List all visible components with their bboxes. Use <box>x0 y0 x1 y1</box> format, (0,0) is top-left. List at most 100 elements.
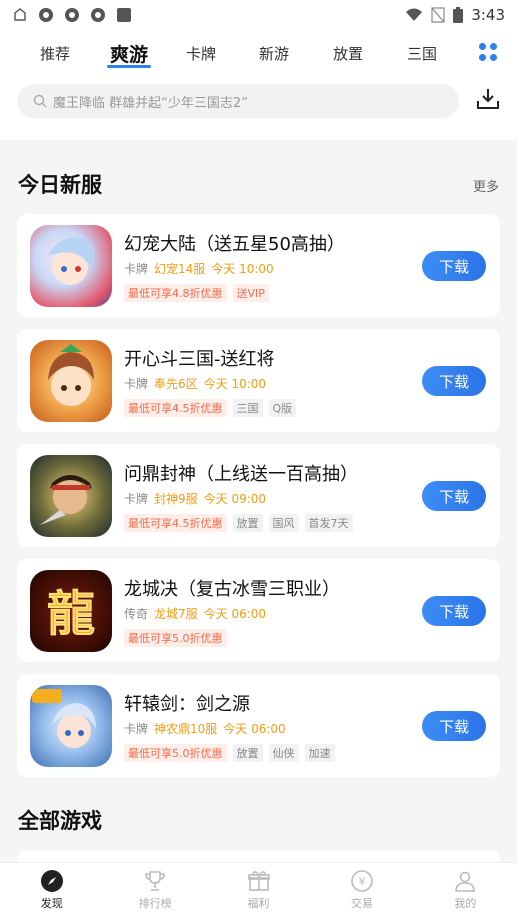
wifi-icon <box>406 8 423 21</box>
compass-icon <box>40 870 63 892</box>
game-tags: 最低可享5.0折优惠 放置 仙侠 加速 <box>124 744 335 762</box>
download-button[interactable]: 下载 <box>422 366 486 396</box>
game-category: 卡牌 <box>124 722 149 736</box>
svg-text:龍: 龍 <box>47 586 95 642</box>
game-server: 奉先6区 <box>154 377 198 391</box>
search-bar-row: 魔王降临 群雄并起“少年三国志2” <box>0 76 517 140</box>
game-name: 开心斗三国-送红将 <box>124 349 275 370</box>
game-tag: 放置 <box>232 744 263 762</box>
all-categories-icon[interactable] <box>479 43 497 61</box>
game-name: 问鼎封神（上线送一百高抽） <box>124 464 358 485</box>
game-tag: 放置 <box>232 514 263 532</box>
section-title-today: 今日新服 <box>18 173 102 197</box>
game-name: 幻宠大陆（送五星50高抽） <box>124 234 345 255</box>
clock: 3:43 <box>471 6 505 24</box>
tab-card[interactable]: 卡牌 <box>176 30 226 76</box>
game-tag: Q版 <box>268 399 297 417</box>
app-notification-icon <box>39 8 53 22</box>
exchange-icon: ¥ <box>351 870 373 892</box>
game-open-time: 今天 06:00 <box>203 607 267 621</box>
nav-label: 福利 <box>247 897 270 910</box>
game-server: 封神9服 <box>154 492 198 506</box>
game-card[interactable]: 轩辕剑：剑之源 卡牌 神农鼎10服 今天 06:00 最低可享5.0折优惠 放置… <box>17 674 500 777</box>
more-link[interactable]: 更多 <box>473 176 499 195</box>
app-notification-icon <box>91 8 105 22</box>
download-button[interactable]: 下载 <box>422 711 486 741</box>
category-tabs: 推荐 爽游 卡牌 新游 放置 三国 <box>0 30 517 76</box>
nav-ranking[interactable]: 排行榜 <box>103 863 206 919</box>
download-button[interactable]: 下载 <box>422 481 486 511</box>
search-icon <box>33 94 47 108</box>
game-server: 神农鼎10服 <box>154 722 218 736</box>
app-notification-icon <box>65 8 79 22</box>
tab-idle[interactable]: 放置 <box>323 30 373 76</box>
bottom-nav: 发现 排行榜 福利 ¥ 交易 我的 <box>0 862 517 919</box>
svg-text:¥: ¥ <box>358 875 365 888</box>
tab-three-kingdoms[interactable]: 三国 <box>397 30 447 76</box>
discount-tag: 最低可享4.5折优惠 <box>124 399 227 417</box>
tab-new-games[interactable]: 新游 <box>249 30 299 76</box>
game-tag: 送VIP <box>232 284 269 302</box>
nav-label: 发现 <box>40 897 63 910</box>
section-title-all-games: 全部游戏 <box>18 809 102 833</box>
game-tag: 国风 <box>268 514 299 532</box>
nav-welfare[interactable]: 福利 <box>207 863 310 919</box>
nav-label: 排行榜 <box>138 897 172 910</box>
notification-icon <box>14 8 26 21</box>
game-tags: 最低可享4.8折优惠 送VIP <box>124 284 269 302</box>
game-icon <box>30 455 112 537</box>
download-button[interactable]: 下载 <box>422 251 486 281</box>
game-icon <box>30 225 112 307</box>
status-bar: 3:43 <box>0 0 517 30</box>
game-tag: 仙侠 <box>268 744 299 762</box>
game-name: 轩辕剑：剑之源 <box>124 694 250 715</box>
battery-icon <box>453 7 464 23</box>
game-server: 龙城7服 <box>154 607 198 621</box>
game-card[interactable]: 龍 龙城决（复古冰雪三职业） 传奇 龙城7服 今天 06:00 最低可享5.0折… <box>17 559 500 662</box>
tab-shuangyou[interactable]: 爽游 <box>102 30 156 76</box>
game-icon: 龍 <box>30 570 112 652</box>
game-open-time: 今天 09:00 <box>203 492 267 506</box>
nav-label: 我的 <box>454 897 477 910</box>
game-server: 幻宠14服 <box>154 262 206 276</box>
game-tags: 最低可享5.0折优惠 <box>124 629 227 647</box>
game-icon <box>30 685 112 767</box>
game-category: 卡牌 <box>124 262 149 276</box>
nav-profile[interactable]: 我的 <box>414 863 517 919</box>
nav-discover[interactable]: 发现 <box>0 863 103 919</box>
discount-tag: 最低可享4.8折优惠 <box>124 284 227 302</box>
trophy-icon <box>145 871 165 891</box>
game-tag: 三国 <box>232 399 263 417</box>
user-icon <box>455 871 476 892</box>
gift-icon <box>247 871 270 891</box>
discount-tag: 最低可享4.5折优惠 <box>124 514 227 532</box>
game-meta: 传奇 龙城7服 今天 06:00 <box>124 605 266 622</box>
game-meta: 卡牌 幻宠14服 今天 10:00 <box>124 260 274 277</box>
nav-label: 交易 <box>350 897 373 910</box>
game-card[interactable]: 幻宠大陆（送五星50高抽） 卡牌 幻宠14服 今天 10:00 最低可享4.8折… <box>17 214 500 317</box>
game-meta: 卡牌 神农鼎10服 今天 06:00 <box>124 720 286 737</box>
download-manager-icon[interactable] <box>475 86 501 112</box>
search-input[interactable]: 魔王降临 群雄并起“少年三国志2” <box>17 84 459 118</box>
game-tag: 首发7天 <box>304 514 353 532</box>
game-icon <box>30 340 112 422</box>
game-meta: 卡牌 封神9服 今天 09:00 <box>124 490 266 507</box>
game-open-time: 今天 10:00 <box>203 377 267 391</box>
game-card[interactable]: 问鼎封神（上线送一百高抽） 卡牌 封神9服 今天 09:00 最低可享4.5折优… <box>17 444 500 547</box>
game-category: 卡牌 <box>124 492 149 506</box>
game-tag: 加速 <box>304 744 335 762</box>
nav-trade[interactable]: ¥ 交易 <box>310 863 413 919</box>
search-placeholder: 魔王降临 群雄并起“少年三国志2” <box>53 95 248 111</box>
game-tags: 最低可享4.5折优惠 放置 国风 首发7天 <box>124 514 353 532</box>
no-signal-icon <box>431 7 445 23</box>
game-card[interactable]: 开心斗三国-送红将 卡牌 奉先6区 今天 10:00 最低可享4.5折优惠 三国… <box>17 329 500 432</box>
discount-tag: 最低可享5.0折优惠 <box>124 744 227 762</box>
game-open-time: 今天 06:00 <box>223 722 286 736</box>
game-category: 传奇 <box>124 607 149 621</box>
discount-tag: 最低可享5.0折优惠 <box>124 629 227 647</box>
game-open-time: 今天 10:00 <box>211 262 274 276</box>
tab-recommend[interactable]: 推荐 <box>30 30 80 76</box>
game-meta: 卡牌 奉先6区 今天 10:00 <box>124 375 266 392</box>
game-name: 龙城决（复古冰雪三职业） <box>124 579 340 600</box>
download-button[interactable]: 下载 <box>422 596 486 626</box>
